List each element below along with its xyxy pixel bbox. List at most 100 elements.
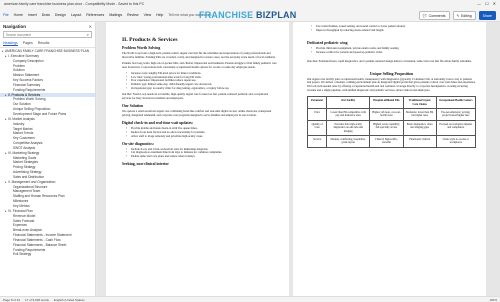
summary-note: One-line: Extended hours, rapid diagnost… xyxy=(307,58,472,63)
nav-heading-item[interactable]: Exit Strategy xyxy=(0,252,95,257)
nav-heading-label: Expenses xyxy=(13,223,27,228)
nav-heading-label: Target Market xyxy=(13,126,33,131)
nav-heading-label: Problem Worth Solving xyxy=(13,97,46,102)
subsection-heading: Seeking, non-clinical interior xyxy=(122,162,169,167)
nav-heading-label: Management Team xyxy=(13,189,41,194)
close-icon[interactable]: ✕ xyxy=(493,2,496,6)
comments-button[interactable]: 💬 Comments xyxy=(418,11,450,20)
nav-heading-label: AMERICAN FAMILY CARE FRANCHISE BUSINESS … xyxy=(5,49,90,53)
nav-heading-label: Advertising Strategy xyxy=(13,170,42,175)
comments-label: Comments xyxy=(428,13,446,18)
bullet-item: Occupational gap: no nearby clinic for d… xyxy=(126,86,277,91)
menu-view[interactable]: View xyxy=(144,13,152,17)
share-label: Share xyxy=(482,13,492,18)
maximize-icon[interactable]: ☐ xyxy=(485,2,489,6)
body-paragraph: Our Bet: North Loop needs an accessible,… xyxy=(122,92,269,101)
share-button[interactable]: Share xyxy=(478,11,496,20)
window-title: american family care franchise business … xyxy=(4,2,145,6)
navigation-pane: Navigation ✕ Search document ⌕ Headings … xyxy=(0,22,96,296)
table-cell: Higher; off-hour, cost-out, facility fee… xyxy=(369,107,404,121)
window-controls: — ☐ ✕ xyxy=(477,2,496,6)
nav-heading-label: Problem xyxy=(13,63,25,68)
menu-insert[interactable]: Insert xyxy=(28,13,37,17)
nav-heading-label: IV. Marketing Strategy xyxy=(8,150,40,155)
editing-label: Editing xyxy=(460,13,472,18)
table-row: Quality of Care Provides full, high-acuit… xyxy=(306,119,477,137)
nav-heading-label: Marketing Goals xyxy=(13,155,37,160)
table-row: Price Lower than ER-competitive with pay … xyxy=(306,107,477,121)
search-icon[interactable]: ⌕ xyxy=(87,32,89,37)
close-pane-icon[interactable]: ✕ xyxy=(89,24,92,29)
navigation-header: Navigation ✕ xyxy=(0,22,95,30)
table-row: Service Modern, comforting, hospitality-g… xyxy=(306,135,477,148)
tab-pages[interactable]: Pages xyxy=(23,41,33,46)
word-count[interactable]: 17 of 9,648 words xyxy=(25,298,49,302)
competitor-table: Parameter Our Facility Hospital-affiliated… xyxy=(306,96,477,148)
status-bar: Page 8 of 34 17 of 9,648 words English (… xyxy=(0,296,500,302)
nav-heading-label: Financial Statements - Balance Sheet xyxy=(13,242,67,247)
menu-review[interactable]: Review xyxy=(127,13,138,17)
pediatric-bullet-list: Provide child-sized equipment, private e… xyxy=(311,46,476,55)
title-bar: american family care franchise business … xyxy=(0,0,500,8)
menu-help[interactable]: Help xyxy=(156,13,163,17)
table-cell: Lower than ER-competitive with pay and i… xyxy=(326,107,371,121)
zoom-level[interactable]: 100% xyxy=(489,298,497,302)
document-page-right: Use warm finishes, zoned seating, and so… xyxy=(293,22,486,296)
bullet-list: Include X-ray and CLIA-waived lab tests … xyxy=(126,147,277,160)
usp-paragraph: Our urgent care facility pairs occupatio… xyxy=(307,76,476,93)
minimize-icon[interactable]: — xyxy=(477,2,481,6)
nav-heading-label: Company Description xyxy=(13,58,44,63)
tab-results[interactable]: Results xyxy=(38,41,50,46)
nav-heading-label: Unique Selling Proposition xyxy=(13,107,51,112)
navigation-search-input[interactable]: Search document ⌕ xyxy=(3,31,92,38)
nav-heading-label: Key Success Factors xyxy=(13,78,43,83)
menu-layout[interactable]: Layout xyxy=(71,13,82,17)
nav-heading-label: III. Market Analysis xyxy=(8,116,35,121)
brand-part-2: BIZPLAN xyxy=(256,10,297,20)
section-heading: II. Products & Services xyxy=(122,37,178,43)
table-header-cell: Traditional Urgent Care Chains xyxy=(402,96,437,109)
left-page-body: Problem Worth Solving The North Loop host… xyxy=(122,46,277,166)
nav-heading-label: Competitive Analysis xyxy=(13,141,43,146)
subsection-heading: Problem Worth Solving xyxy=(122,46,161,50)
nav-heading-label: Organizational Structure xyxy=(13,184,48,189)
table-cell: Functional; clinical xyxy=(402,135,437,148)
table-cell: Moderate; lower than ER but higher tests xyxy=(402,107,437,121)
table-cell: Clinic-style to on-site or workplaces xyxy=(435,135,477,148)
menu-references[interactable]: References xyxy=(86,13,104,17)
nav-heading-label: Pricing Strategy xyxy=(13,165,36,170)
table-cell: Price xyxy=(306,107,328,121)
nav-heading-label: VI. Financial Plan xyxy=(8,208,33,213)
menu-design[interactable]: Design xyxy=(55,13,66,17)
table-header-cell: Hospital-affiliated ERs xyxy=(369,96,404,109)
menu-draw[interactable]: Draw xyxy=(42,13,50,17)
nav-heading-label: Key Metrics xyxy=(13,204,30,208)
body-paragraph: The North Loop hosts a high-tech, patien… xyxy=(122,51,276,59)
table-header-cell: Our Facility xyxy=(326,96,371,109)
brand-logo: FRANCHISE BIZPLAN xyxy=(199,10,296,20)
navigation-tabs: Headings Pages Results xyxy=(0,39,95,48)
nav-heading-label: I. Executive Summary xyxy=(8,53,39,58)
nav-heading-label: Market Trends xyxy=(13,131,34,136)
table-cell: Modern, comforting, hospitality-grade la… xyxy=(326,135,371,148)
document-page-left: II. Products & Services Problem Worth So… xyxy=(106,22,289,296)
menu-home[interactable]: Home xyxy=(14,13,23,17)
nav-heading-label: Solution xyxy=(13,68,25,73)
editing-button[interactable]: ✎ Editing xyxy=(452,11,476,20)
nav-heading-label: Funding Requirements xyxy=(13,87,46,92)
bullet-item: Enable same-visit care plans and reduce … xyxy=(126,154,277,159)
bullet-item: Allow staff to triage remotely and prior… xyxy=(126,134,277,139)
menu-file[interactable]: File xyxy=(3,13,9,17)
bullet-item: Increase comfort for parents and speed u… xyxy=(311,50,476,55)
tab-headings[interactable]: Headings xyxy=(3,41,18,46)
nav-heading-label: Mission Statement xyxy=(13,73,40,78)
nav-heading-label: Market Strategies xyxy=(13,160,38,165)
page-count[interactable]: Page 8 of 34 xyxy=(3,298,20,302)
table-cell: Focused on workplace injuries and compli… xyxy=(435,119,477,137)
language-indicator[interactable]: English (United States) xyxy=(54,298,85,302)
menu-mailings[interactable]: Mailings xyxy=(109,13,122,17)
subsection-heading: Digital check-in and real-time wait upda… xyxy=(122,120,194,125)
body-paragraph: We operate a retail-storefront urgent ca… xyxy=(122,108,272,117)
document-canvas[interactable]: II. Products & Services Problem Worth So… xyxy=(97,22,500,296)
navigation-title: Navigation xyxy=(3,23,27,29)
